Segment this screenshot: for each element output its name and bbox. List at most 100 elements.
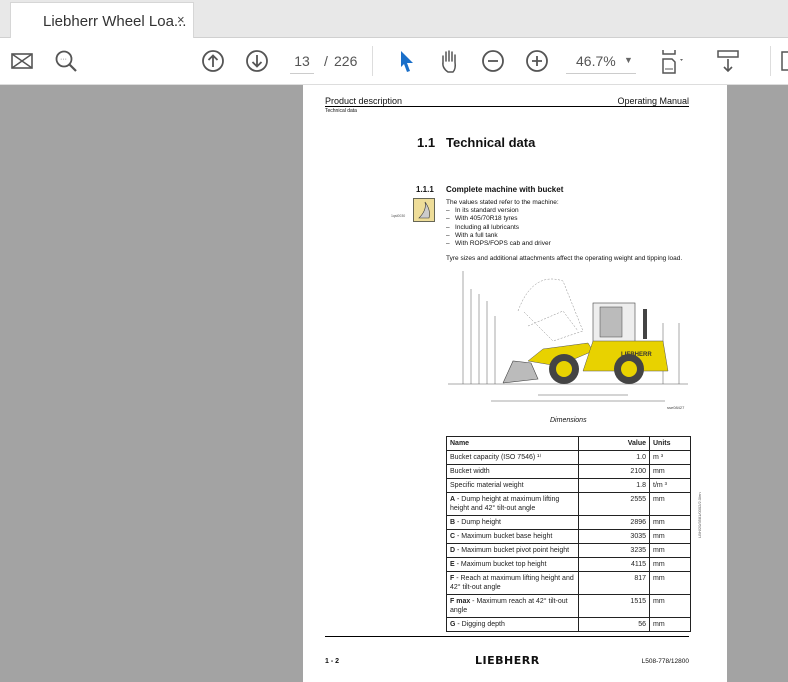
search-icon[interactable]: ··· <box>53 48 79 74</box>
page-number: 1 - 2 <box>325 658 340 665</box>
row-unit: mm <box>649 594 691 618</box>
divider <box>372 46 373 76</box>
subsection-number: 1.1.1 <box>416 185 434 194</box>
page-separator: / <box>324 53 328 69</box>
list-item-text: With 405/70R18 tyres <box>455 215 518 223</box>
paragraph: Tyre sizes and additional attachments af… <box>446 255 683 262</box>
row-label: Bucket width <box>450 468 490 475</box>
tab-bar: Liebherr Wheel Loa... × <box>0 0 788 39</box>
page-number-input[interactable]: 13 <box>290 53 314 74</box>
icon-label: 1qsi0030 <box>391 214 406 218</box>
bucket-info-icon <box>413 198 435 222</box>
row-name: F - Reach at maximum lifting height and … <box>446 571 579 595</box>
zoom-out-icon[interactable] <box>480 48 506 74</box>
column-header: Name <box>446 436 579 451</box>
zoom-in-icon[interactable] <box>524 48 550 74</box>
document-tab[interactable]: Liebherr Wheel Loa... × <box>10 2 194 39</box>
next-page-icon[interactable] <box>244 48 270 74</box>
row-unit: mm <box>649 515 691 530</box>
page-total: 226 <box>334 53 358 69</box>
liebherr-logo: LIEBHERR <box>475 654 540 667</box>
row-name: F max - Maximum reach at 42° tilt-out an… <box>446 594 579 618</box>
section-number: 1.1 <box>417 135 436 150</box>
side-code: LBH/20/3581/0002/2.0/en <box>697 492 702 538</box>
row-unit: m ³ <box>649 450 691 465</box>
row-unit: mm <box>649 492 691 516</box>
header-sub: Technical data <box>325 108 357 114</box>
tab-title: Liebherr Wheel Loa... <box>43 13 187 30</box>
header-rule <box>325 106 689 107</box>
row-value: 2555 <box>578 492 650 516</box>
row-label: Specific material weight <box>450 482 524 489</box>
row-value: 3235 <box>578 543 650 558</box>
scroll-mode-icon[interactable] <box>715 48 741 74</box>
intro-text: The values stated refer to the machine: <box>446 199 559 206</box>
row-unit: mm <box>649 557 691 572</box>
zoom-value: 46.7% <box>576 53 616 69</box>
list-item: – With ROPS/FOPS cab and driver <box>446 240 551 248</box>
row-value: 56 <box>578 617 650 632</box>
footer-rule <box>325 636 689 637</box>
row-value: 1515 <box>578 594 650 618</box>
table-row: B - Dump height 2896 mm <box>446 515 691 530</box>
row-unit: mm <box>649 464 691 479</box>
svg-text:···: ··· <box>60 56 67 63</box>
zoom-select[interactable]: 46.7% ▼ <box>566 50 636 74</box>
row-letter: F max <box>450 598 471 605</box>
hand-tool-icon[interactable] <box>436 48 462 74</box>
row-value: 1.0 <box>578 450 650 465</box>
row-name: B - Dump height <box>446 515 579 530</box>
divider <box>770 46 771 76</box>
row-name: Bucket width <box>446 464 579 479</box>
list-item: – Including all lubricants <box>446 223 519 231</box>
table-row: Bucket capacity (ISO 7546) ¹⁾ 1.0 m ³ <box>446 450 691 465</box>
table-row: Specific material weight 1.8 t/m ³ <box>446 478 691 493</box>
previous-page-icon[interactable] <box>200 48 226 74</box>
close-tab-icon[interactable]: × <box>177 12 185 27</box>
page-fit-icon[interactable] <box>660 48 686 74</box>
row-value: 2896 <box>578 515 650 530</box>
list-item-text: With ROPS/FOPS cab and driver <box>455 240 551 248</box>
more-tools-icon[interactable] <box>780 48 788 74</box>
toolbar: ··· 13 / 226 46.7% ▼ <box>0 38 788 85</box>
list-item: – With 405/70R18 tyres <box>446 215 518 223</box>
technical-data-table: Name Value Units Bucket capacity (ISO 75… <box>446 436 691 632</box>
table-row: F max - Maximum reach at 42° tilt-out an… <box>446 594 691 618</box>
row-label: - Dump height at maximum lifting height … <box>450 496 560 512</box>
list-item: – With a full tank <box>446 231 498 239</box>
list-item-text: With a full tank <box>455 231 498 239</box>
row-label: - Digging depth <box>455 621 505 628</box>
table-header-row: Name Value Units <box>446 436 691 451</box>
row-value: 1.8 <box>578 478 650 493</box>
table-row: G - Digging depth 56 mm <box>446 617 691 632</box>
table-row: D - Maximum bucket pivot point height 323… <box>446 543 691 558</box>
row-unit: t/m ³ <box>649 478 691 493</box>
row-name: Bucket capacity (ISO 7546) ¹⁾ <box>446 450 579 465</box>
email-icon[interactable] <box>9 48 35 74</box>
table-row: F - Reach at maximum lifting height and … <box>446 571 691 595</box>
list-item-text: In its standard version <box>455 207 519 214</box>
pdf-page: Product description Operating Manual Tec… <box>303 85 727 682</box>
row-name: D - Maximum bucket pivot point height <box>446 543 579 558</box>
row-name: C - Maximum bucket base height <box>446 529 579 544</box>
column-header: Value <box>578 436 650 451</box>
row-unit: mm <box>649 543 691 558</box>
list-item: – In its standard version <box>446 207 519 214</box>
table-row: Bucket width 2100 mm <box>446 464 691 479</box>
row-name: G - Digging depth <box>446 617 579 632</box>
row-label: Bucket capacity (ISO 7546) ¹⁾ <box>450 454 542 461</box>
header-right: Operating Manual <box>617 96 689 106</box>
row-label: - Maximum bucket base height <box>455 533 553 540</box>
row-unit: mm <box>649 617 691 632</box>
row-label: - Reach at maximum lifting height and 42… <box>450 575 574 591</box>
row-unit: mm <box>649 571 691 595</box>
section-title: Technical data <box>446 135 536 150</box>
row-value: 4115 <box>578 557 650 572</box>
list-item-text: Including all lubricants <box>455 223 519 231</box>
document-code: L508-778/12800 <box>641 658 689 665</box>
row-value: 817 <box>578 571 650 595</box>
select-cursor-icon[interactable] <box>393 48 419 74</box>
chevron-down-icon: ▼ <box>624 55 633 65</box>
figure-id: sse08427 <box>667 405 685 410</box>
row-unit: mm <box>649 529 691 544</box>
